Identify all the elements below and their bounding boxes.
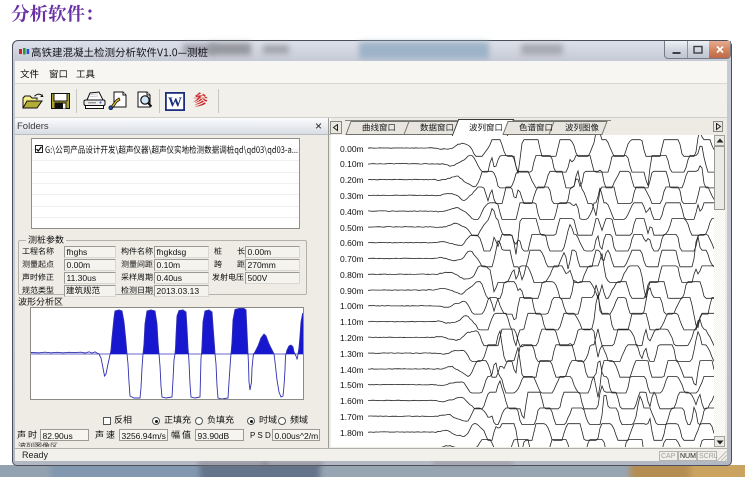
svg-text:W: W	[168, 96, 182, 111]
